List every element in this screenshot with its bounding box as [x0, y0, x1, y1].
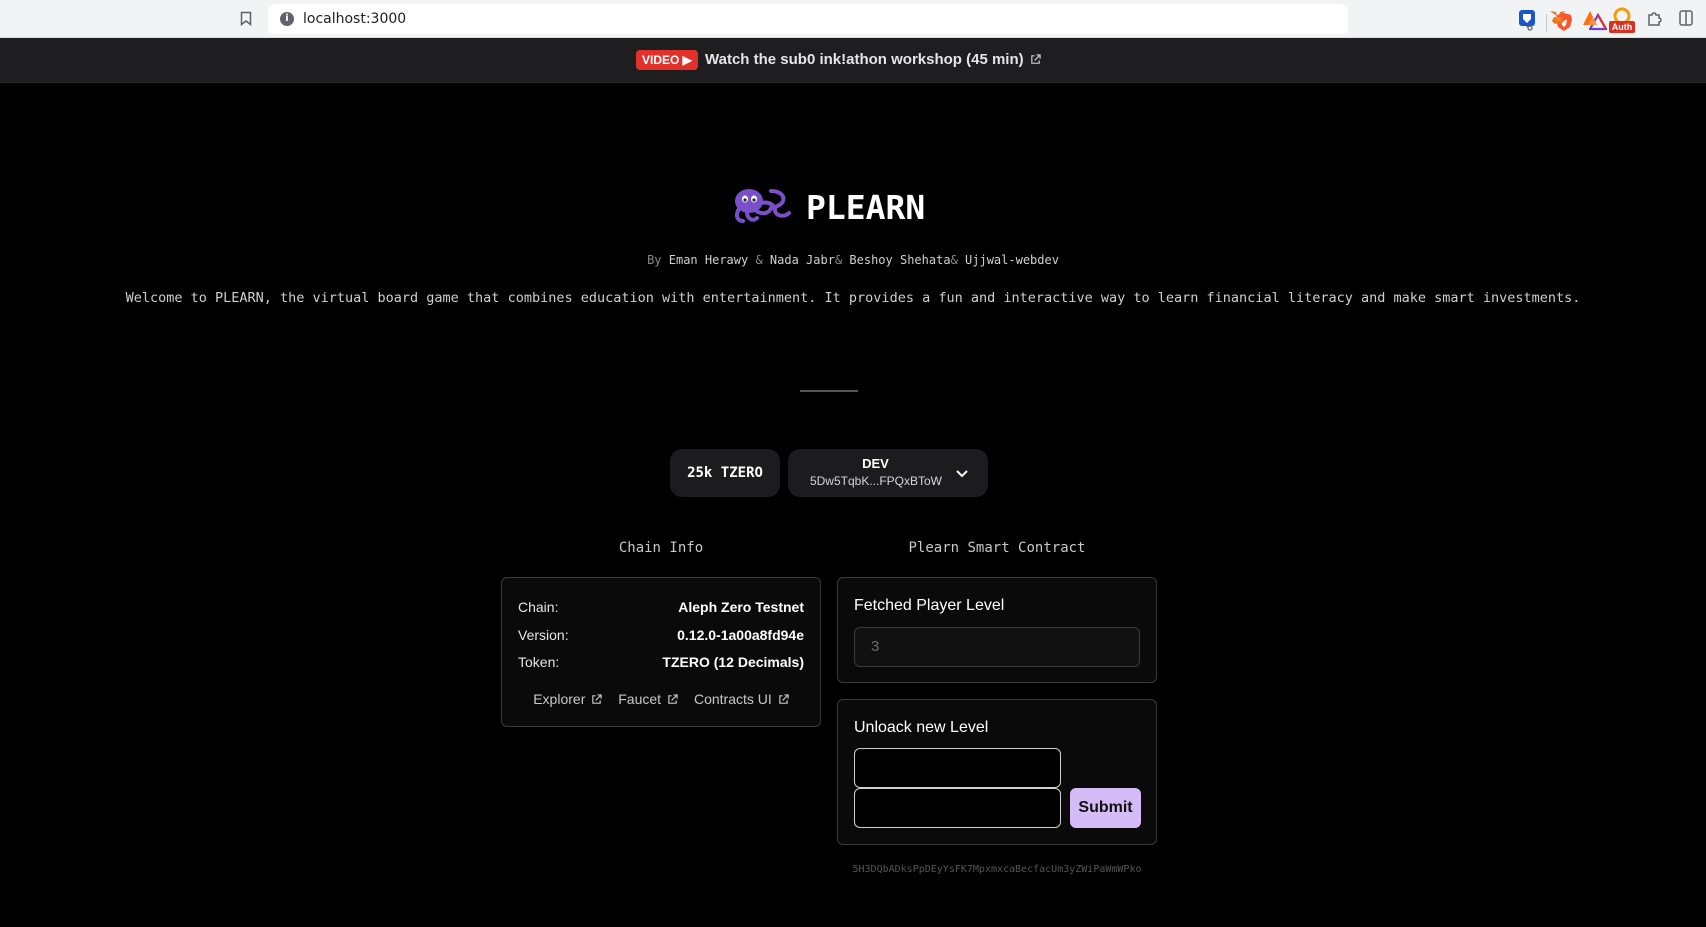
contracts-ui-link-label: Contracts UI — [693, 691, 772, 707]
workshop-banner[interactable]: VIDEO ▶ Watch the sub0 ink!athon worksho… — [0, 38, 1706, 83]
profile-icon[interactable] — [1676, 8, 1696, 28]
section-divider — [800, 390, 858, 392]
wallet-extension-icon[interactable] — [1580, 8, 1600, 28]
fetched-level-card: Fetched Player Level 3 — [837, 577, 1157, 683]
contract-heading: Plearn Smart Contract — [908, 540, 1086, 556]
fetched-level-title: Fetched Player Level — [854, 597, 1005, 614]
explorer-link[interactable]: Explorer — [533, 691, 603, 707]
unlock-input-2[interactable] — [854, 788, 1061, 828]
external-link-icon — [779, 694, 789, 704]
author-separator: & — [748, 253, 770, 267]
submit-button[interactable]: Submit — [1070, 788, 1141, 828]
account-address: 5Dw5TqbK...FPQxBToW — [809, 474, 943, 488]
chevron-down-icon[interactable] — [954, 465, 970, 481]
toolbar-separator — [1546, 14, 1547, 32]
author-separator: & — [950, 253, 966, 267]
unlock-input-1[interactable] — [854, 748, 1061, 788]
auth-extension-icon[interactable]: Auth — [1609, 6, 1635, 34]
browser-toolbar: i localhost:3000 Auth — [0, 0, 1706, 38]
author-name[interactable]: Eman Herawy — [669, 253, 748, 267]
faucet-link[interactable]: Faucet — [618, 691, 678, 707]
chain-info-heading: Chain Info — [618, 540, 704, 556]
version-label: Version: — [518, 627, 569, 643]
address-bar[interactable]: i localhost:3000 — [268, 4, 1607, 34]
welcome-text: Welcome to PLEARN, the virtual board gam… — [125, 290, 1581, 306]
account-name: DEV — [862, 456, 889, 471]
version-value: 0.12.0-1a00a8fd94e — [677, 627, 804, 643]
account-selector[interactable]: DEV 5Dw5TqbK...FPQxBToW — [788, 449, 988, 497]
author-separator: & — [834, 253, 850, 267]
chain-links: Explorer Faucet Contracts UI — [502, 691, 820, 707]
site-info-icon[interactable]: i — [280, 12, 294, 26]
banner-link[interactable]: Watch the sub0 ink!athon workshop (45 mi… — [705, 50, 1041, 70]
player-level-field[interactable]: 3 — [854, 627, 1140, 667]
author-name[interactable]: Beshoy Shehata — [849, 253, 950, 267]
contract-address: 5H3DQbADksPpDEyYsFK7MpxmxcaBecfacUm3yZWi… — [852, 864, 1142, 875]
external-link-icon — [1030, 54, 1041, 64]
unlock-level-title: Unloack new Level — [854, 719, 989, 736]
chain-value: Aleph Zero Testnet — [678, 599, 804, 615]
token-row: Token: TZERO (12 Decimals) — [518, 654, 804, 674]
auth-badge: Auth — [1609, 21, 1635, 33]
url-text[interactable]: localhost:3000 — [303, 11, 406, 27]
chain-info-card: Chain: Aleph Zero Testnet Version: 0.12.… — [501, 577, 821, 727]
bookmark-icon[interactable] — [240, 11, 252, 26]
external-link-icon — [668, 694, 678, 704]
unlock-level-card: Unloack new Level Submit — [837, 699, 1157, 845]
token-value: TZERO (12 Decimals) — [662, 654, 804, 670]
by-prefix: By — [647, 253, 662, 267]
external-link-icon — [592, 694, 603, 704]
author-name[interactable]: Ujjwal-webdev — [965, 253, 1059, 267]
faucet-link-label: Faucet — [618, 691, 662, 707]
metamask-icon[interactable] — [1548, 8, 1568, 28]
extension-shield-icon[interactable] — [1517, 8, 1537, 28]
chain-row: Chain: Aleph Zero Testnet — [518, 599, 804, 619]
explorer-link-label: Explorer — [533, 691, 586, 707]
banner-link-text: Watch the sub0 ink!athon workshop (45 mi… — [705, 51, 1024, 68]
page-title: PLEARN — [806, 188, 926, 227]
chain-label: Chain: — [518, 599, 559, 615]
extensions-puzzle-icon[interactable] — [1645, 8, 1665, 28]
balance-badge: 25k TZERO — [670, 449, 780, 497]
octopus-logo-icon — [734, 189, 791, 223]
author-name[interactable]: Nada Jabr — [770, 253, 835, 267]
authors-byline: By Eman Herawy & Nada Jabr& Beshoy Sheha… — [0, 253, 1706, 267]
video-badge: VIDEO ▶ — [636, 50, 698, 70]
token-label: Token: — [518, 654, 560, 670]
contracts-ui-link[interactable]: Contracts UI — [694, 691, 789, 707]
version-row: Version: 0.12.0-1a00a8fd94e — [518, 627, 804, 647]
